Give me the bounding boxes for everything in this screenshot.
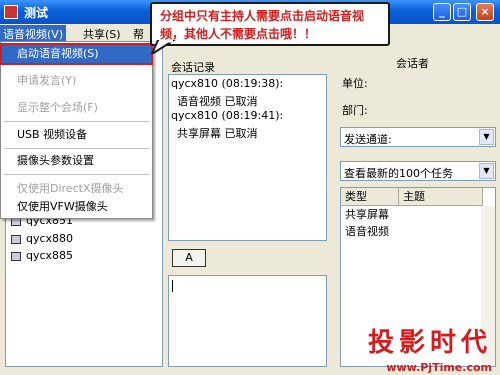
column-header-type[interactable]: 类型 [341,188,399,206]
user-row[interactable]: qycx880 [11,232,73,246]
menu-item-show-venue[interactable]: 显示整个会场(F) [2,99,151,117]
menu-item-directx-only[interactable]: 仅使用DirectX摄像头 [2,180,151,198]
menu-item-vfw-only[interactable]: 仅使用VFW摄像头 [2,198,151,216]
menu-item-usb-camera[interactable]: USB 视频设备 [2,126,151,144]
task-filter-value: 查看最新的100个任务 [344,167,453,180]
chat-line: 共享屏幕 已取消 [177,127,258,140]
chat-line: 语音视频 已取消 [177,95,258,108]
column-header-topic[interactable]: 主题 [399,188,483,206]
table-row[interactable]: 语音视频 [345,224,389,240]
user-name: qycx880 [26,232,74,245]
watermark-logo: 投影时代 www.PjTime.com [330,322,500,375]
close-button[interactable]: × [476,3,494,21]
callout-note: 分组中只有主持人需要点击启动语音视频，其他人不需要点击哦！！ [150,2,390,46]
window-title: 测试 [24,6,49,20]
computer-icon [11,234,21,244]
task-filter-select[interactable]: 查看最新的100个任务 ▼ [340,161,496,181]
menu-item-start-voice-video[interactable]: 启动语音视频(S) [0,43,153,65]
chevron-down-icon[interactable]: ▼ [479,129,494,145]
channel-select-value: 发送通道: [344,133,392,146]
app-icon [4,5,18,19]
chat-log[interactable]: qycx810 (08:19:38): 语音视频 已取消 qycx810 (08… [168,74,327,241]
menu-item-camera-settings[interactable]: 摄像头参数设置 [2,152,151,170]
menu-divider [4,148,149,149]
message-input[interactable] [168,275,327,367]
font-button[interactable]: A [172,249,206,267]
maximize-button[interactable]: □ [453,3,471,21]
minimize-button[interactable]: _ [433,3,451,21]
callout-tail [150,40,176,54]
menu-divider [4,121,149,122]
user-name: qycx885 [26,249,74,262]
chat-line: qycx810 (08:19:41): [171,109,284,122]
text-caret [172,280,173,292]
table-row[interactable]: 共享屏幕 [345,207,389,223]
watermark-name: 投影时代 [367,328,492,358]
user-row[interactable]: qycx885 [11,249,73,263]
computer-icon [11,251,21,261]
menu-divider [4,174,149,175]
watermark-url: www.PjTime.com [386,361,492,374]
dept-label: 部门: [342,104,368,117]
chat-label: 会话记录 [171,61,215,74]
chat-line: qycx810 (08:19:38): [171,77,284,90]
speaker-title: 会话者 [396,57,429,70]
channel-select[interactable]: 发送通道: ▼ [340,127,496,147]
voice-video-menu: 启动语音视频(S) 申请发言(Y) 显示整个会场(F) USB 视频设备 摄像头… [0,41,153,219]
menu-item-request-speak[interactable]: 申请发言(Y) [2,72,151,90]
unit-label: 单位: [342,77,368,90]
chevron-down-icon[interactable]: ▼ [479,163,494,179]
